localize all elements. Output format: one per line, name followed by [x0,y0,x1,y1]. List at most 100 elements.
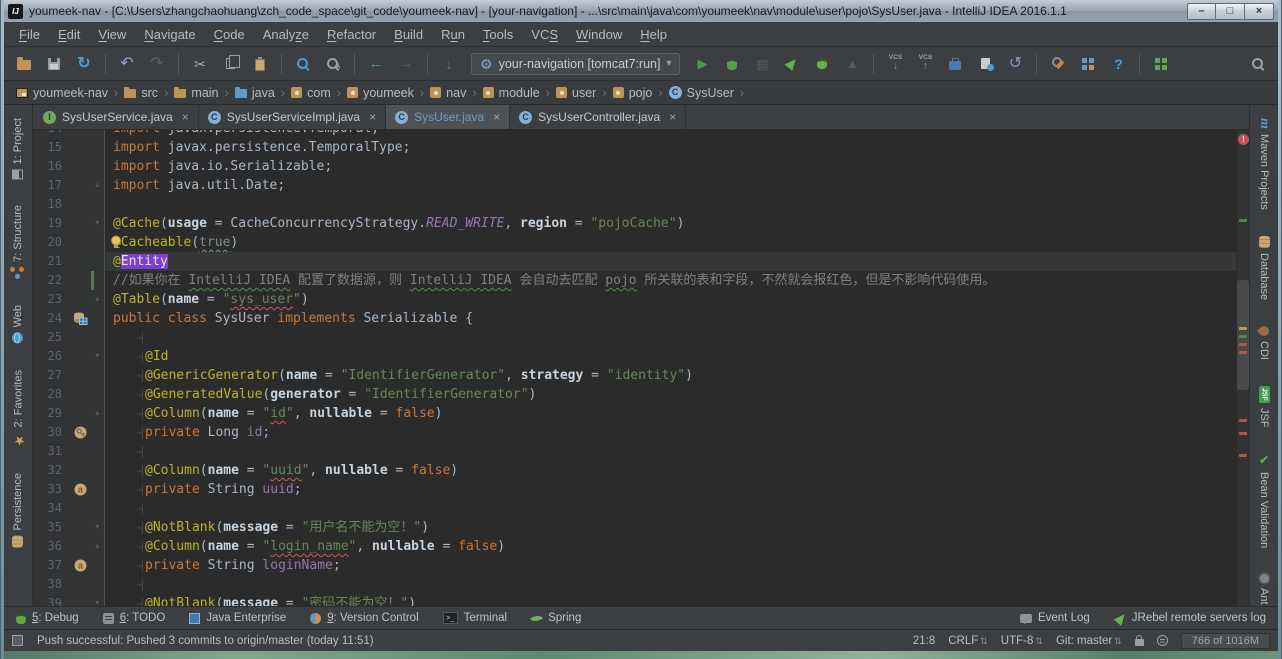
attr-icon[interactable]: a [74,559,87,572]
undo-button[interactable]: ↶ [115,52,139,76]
save-button[interactable] [42,52,66,76]
forward-button[interactable]: → [394,52,418,76]
toolwindow-button-maven-projects[interactable]: mMaven Projects [1257,118,1271,210]
stripe-mark[interactable] [1239,454,1247,457]
attr-icon[interactable]: a [74,483,87,496]
crumb-user[interactable]: user [554,86,598,100]
stripe-mark[interactable] [1239,327,1247,330]
toolwindow-button-cdi[interactable]: CDI [1258,326,1270,360]
code-text[interactable]: public class SysUser implements Serializ… [105,309,1236,328]
code-text[interactable]: → [105,499,1236,518]
tab-SysUserController.java[interactable]: CSysUserController.java× [510,105,686,129]
title-bar[interactable]: IJ youmeek-nav - [C:\Users\zhangchaohuan… [4,0,1278,22]
fold-marker[interactable]: ▵ [95,176,100,195]
tab-close-icon[interactable]: × [369,110,376,124]
menu-build[interactable]: Build [385,27,432,42]
crumb-SysUser[interactable]: CSysUser [667,86,736,100]
code-text[interactable]: import java.io.Serializable; [105,157,1236,176]
menu-vcs[interactable]: VCS [522,27,567,42]
minimize-button[interactable]: – [1187,3,1216,20]
lock-icon[interactable] [1135,639,1144,646]
stripe-mark[interactable] [1239,335,1247,338]
git-branch-widget[interactable]: Git: master [1056,635,1122,647]
toolwindow-button-database[interactable]: Database [1258,236,1270,300]
jrebel-run-button[interactable] [780,52,804,76]
toolwindow-button-jrebel-remote-servers-log[interactable]: JRebel remote servers log [1116,612,1266,624]
code-text[interactable] [105,195,1236,214]
optimize-imports-button[interactable]: ↓ [437,52,461,76]
search-everywhere-button[interactable] [1246,52,1270,76]
copy-button[interactable] [218,52,242,76]
crumb-main[interactable]: main [172,86,220,100]
crumb-youmeek-nav[interactable]: youmeek-nav [14,86,110,100]
crumb-pojo[interactable]: pojo [611,86,655,100]
code-text[interactable]: →@Column(name = "id", nullable = false) [105,404,1236,423]
vcs-commit-button[interactable]: VCS↑ [913,52,937,76]
toolwindow-button-5-debug[interactable]: 5: Debug [16,612,79,624]
code-text[interactable]: @Table(name = "sys_user") [105,290,1236,309]
paste-button[interactable] [248,52,272,76]
code-text[interactable]: →@GenericGenerator(name = "IdentifierGen… [105,366,1236,385]
find-usages-button[interactable]: A [321,52,345,76]
toolwindow-button-terminal[interactable]: >_Terminal [443,612,507,624]
code-text[interactable]: →private String uuid; [105,480,1236,499]
tab-SysUserService.java[interactable]: ISysUserService.java× [34,105,199,129]
run-config-combo[interactable]: ⚙your-navigation [tomcat7:run]▾ [471,53,680,75]
toolwindow-button-spring[interactable]: Spring [531,612,581,624]
menu-navigate[interactable]: Navigate [135,27,204,42]
key-attr-icon[interactable] [74,426,87,439]
code-text[interactable]: →private String loginName; [105,556,1236,575]
fold-marker[interactable]: ▿ [95,347,100,366]
toolwindow-toggle-icon[interactable] [12,635,23,646]
crumb-module[interactable]: module [481,86,542,100]
encoding-widget[interactable]: UTF-8 [1001,635,1043,647]
vcs-update-button[interactable]: VCS↓ [883,52,907,76]
memory-indicator[interactable]: 766 of 1016M [1181,633,1270,649]
crumb-java[interactable]: java [233,86,277,100]
tab-SysUserServiceImpl.java[interactable]: CSysUserServiceImpl.java× [199,105,386,129]
code-text[interactable]: →@NotBlank(message = "用户名不能为空！") [105,518,1236,537]
jrebel-debug-button[interactable] [810,52,834,76]
line-separator-widget[interactable]: CRLF [948,635,988,647]
stripe-mark[interactable] [1239,351,1247,354]
code-text[interactable]: → [105,442,1236,461]
fold-marker[interactable]: ▿ [95,594,100,606]
cut-button[interactable]: ✂ [188,52,212,76]
menu-run[interactable]: Run [432,27,474,42]
recent-changes-button[interactable] [973,52,997,76]
toolwindow-button-2-favorites[interactable]: ★2: Favorites [12,370,25,447]
menu-analyze[interactable]: Analyze [254,27,318,42]
toolwindow-button-jsf[interactable]: JSFJSF [1258,386,1270,427]
fold-marker[interactable]: ▿ [95,518,100,537]
tab-close-icon[interactable]: × [493,110,500,124]
toolwindow-button-1-project[interactable]: 1: Project [12,118,24,179]
back-button[interactable]: ← [364,52,388,76]
tab-close-icon[interactable]: × [669,110,676,124]
code-text[interactable]: →@Column(name = "uuid", nullable = false… [105,461,1236,480]
code-text[interactable]: →@Id [105,347,1236,366]
toolwindow-button-web[interactable]: Web [12,305,24,343]
menu-edit[interactable]: Edit [49,27,89,42]
code-text[interactable]: @Entity [105,252,1236,271]
toolwindow-button-persistence[interactable]: Persistence [12,473,24,547]
sync-button[interactable]: ↻ [72,52,96,76]
fold-marker[interactable]: ▵ [95,404,100,423]
stripe-mark[interactable] [1239,219,1247,222]
code-text[interactable]: @Cache(usage = CacheConcurrencyStrategy.… [105,214,1236,233]
toolwindow-button-event-log[interactable]: Event Log [1020,612,1090,624]
code-text[interactable]: →private Long id; [105,423,1236,442]
code-text[interactable]: →@NotBlank(message = "密码不能为空！") [105,594,1236,606]
help-button[interactable]: ? [1106,52,1130,76]
code-text[interactable]: import javax.persistence.TemporalType; [105,138,1236,157]
stripe-mark[interactable] [1239,432,1247,435]
code-text[interactable]: import java.util.Date; [105,176,1236,195]
fold-marker[interactable]: ▵ [95,290,100,309]
crumb-src[interactable]: src [122,86,160,100]
coverage-button[interactable]: ▦ [750,52,774,76]
menu-help[interactable]: Help [631,27,676,42]
menu-window[interactable]: Window [567,27,631,42]
crumb-youmeek[interactable]: youmeek [345,86,416,100]
table-icon[interactable] [73,312,88,325]
code-text[interactable]: @Cacheable(true) [105,233,1236,252]
fold-marker[interactable]: ▵ [95,537,100,556]
